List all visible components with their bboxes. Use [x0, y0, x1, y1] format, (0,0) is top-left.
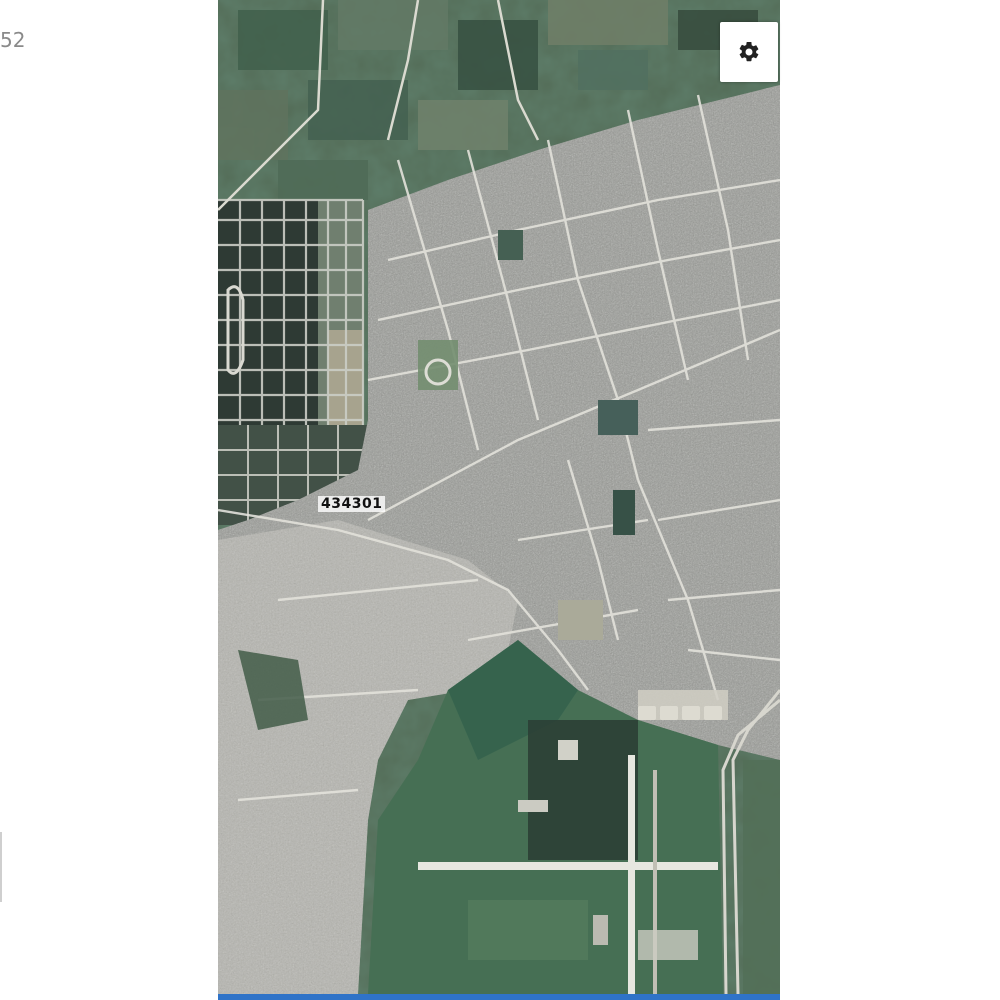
gear-icon: [739, 41, 759, 62]
parcel-number-label[interactable]: 434301: [318, 496, 386, 512]
clipped-coordinate-text: 52: [0, 28, 26, 52]
settings-button[interactable]: [720, 22, 778, 82]
satellite-imagery: [218, 0, 780, 994]
bottom-accent-bar: [218, 994, 780, 1000]
satellite-map-view[interactable]: [218, 0, 780, 994]
clipped-divider: [0, 832, 2, 902]
